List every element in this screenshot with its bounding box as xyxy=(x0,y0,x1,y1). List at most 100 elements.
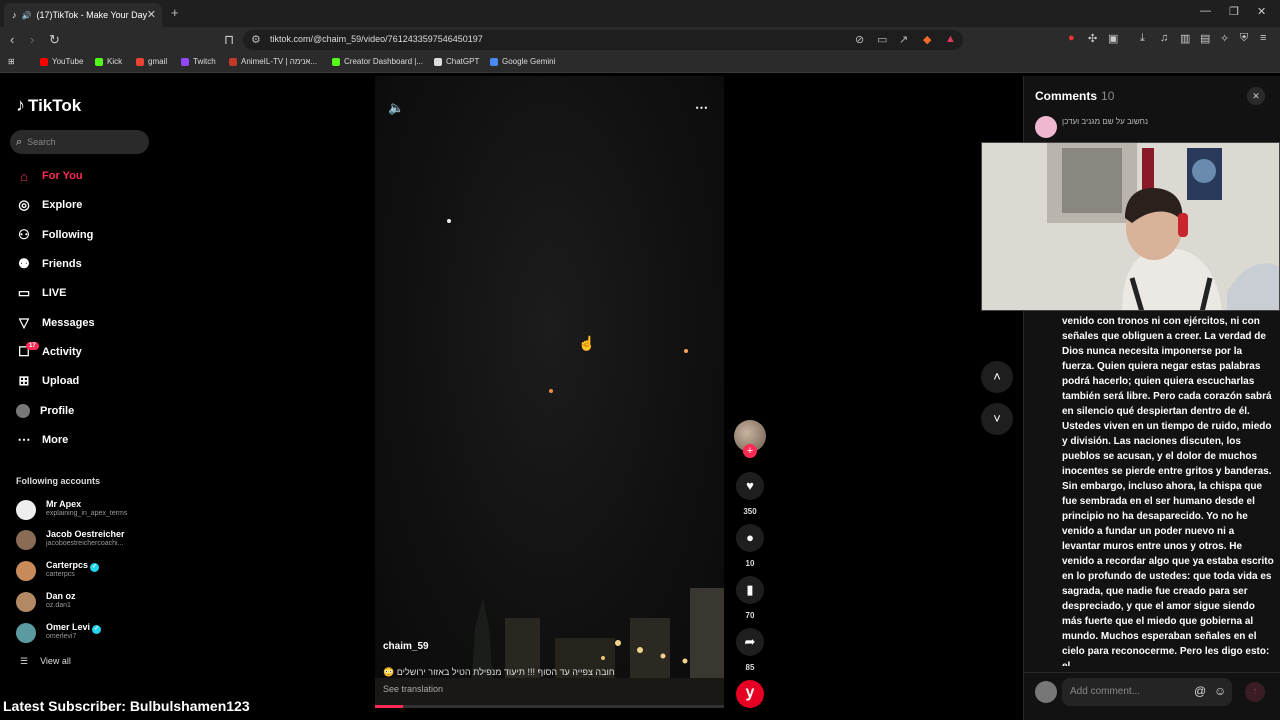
bookmark-gmail[interactable]: gmail xyxy=(136,57,167,66)
restore-icon[interactable]: ❐ xyxy=(1229,5,1239,18)
url-box[interactable]: ⚙ tiktok.com/@chaim_59/video/76124335975… xyxy=(243,30,963,50)
apps-icon[interactable]: ⊞ xyxy=(8,57,15,66)
wallet2-icon[interactable]: ▤ xyxy=(1200,32,1210,45)
site-info-icon[interactable]: ⚙ xyxy=(251,33,261,46)
save-button[interactable]: ▮ xyxy=(736,576,764,604)
music-icon[interactable]: ♫ xyxy=(1160,32,1168,44)
video-progress-bar[interactable] xyxy=(375,705,724,708)
nav-profile[interactable]: Profile xyxy=(16,400,156,422)
more-icon: ⋯ xyxy=(17,432,31,447)
activity-badge: 17 xyxy=(26,342,39,350)
back-icon[interactable]: ‹ xyxy=(10,32,14,47)
account-item[interactable]: Omer Levi ✓ omerlevi7 xyxy=(16,621,166,645)
bookmark-youtube[interactable]: YouTube xyxy=(40,57,83,66)
previous-video-button[interactable]: ˄ xyxy=(981,361,1013,393)
search-icon: ⌕ xyxy=(16,135,23,148)
wallet-icon[interactable]: ▣ xyxy=(1108,32,1118,45)
view-all-button[interactable]: ☰ View all xyxy=(20,656,71,667)
more-options-icon[interactable]: ⋯ xyxy=(695,100,708,116)
send-button[interactable]: ↑ xyxy=(1245,682,1265,702)
emoji-icon[interactable]: ☺ xyxy=(1214,684,1226,698)
like-button[interactable]: ♥ xyxy=(736,472,764,500)
nav-explore[interactable]: ◎ Explore xyxy=(16,194,156,216)
video-progress-fill xyxy=(375,705,403,708)
y-button[interactable]: y xyxy=(736,680,764,708)
avatar xyxy=(16,530,36,550)
next-video-button[interactable]: ˅ xyxy=(981,403,1013,435)
nav-following[interactable]: ⚇ Following xyxy=(16,224,156,246)
messages-icon: ▽ xyxy=(19,315,29,330)
nav-for-you[interactable]: ⌂ For You xyxy=(16,165,156,187)
nav-friends[interactable]: ⚉ Friends xyxy=(16,253,156,275)
brave-shield-icon[interactable]: ◆ xyxy=(923,33,931,46)
mention-icon[interactable]: @ xyxy=(1194,684,1206,698)
volume-icon[interactable]: 🔈 xyxy=(388,100,404,116)
twitch-icon xyxy=(181,57,189,66)
see-translation-link[interactable]: See translation xyxy=(383,684,443,694)
close-window-icon[interactable]: ✕ xyxy=(1257,5,1266,18)
comment-icon: ● xyxy=(746,530,754,545)
share-button[interactable]: ➦ xyxy=(736,628,764,656)
new-tab-button[interactable]: + xyxy=(171,5,179,20)
close-icon[interactable]: ✕ xyxy=(1247,87,1265,105)
download-icon[interactable]: ⤓ xyxy=(1140,32,1145,45)
avatar[interactable] xyxy=(1035,116,1057,138)
minimize-icon[interactable]: — xyxy=(1200,5,1211,17)
bookmark-animeil[interactable]: AnimeIL-TV | אנימה... xyxy=(229,57,317,66)
avatar xyxy=(1035,681,1057,703)
video-caption: חובה צפייה עד הסוף !!! תיעוד מנפילת הטיל… xyxy=(383,667,615,677)
search-input[interactable]: ⌕ Search xyxy=(10,130,149,154)
comment-button[interactable]: ● xyxy=(736,524,764,552)
reload-icon[interactable]: ↻ xyxy=(49,32,60,48)
nav-upload[interactable]: ⊞ Upload xyxy=(16,370,156,392)
gmail-icon xyxy=(136,57,144,66)
following-accounts-title: Following accounts xyxy=(16,476,101,486)
nav-messages[interactable]: ▽ Messages xyxy=(16,312,156,334)
vpn-icon[interactable]: ⛨ xyxy=(1240,32,1248,45)
list-icon: ☰ xyxy=(20,656,29,666)
video-player[interactable]: 🔈 ⋯ chaim_59 חובה צפייה עד הסוף !!! תיעו… xyxy=(375,76,724,708)
bookmark-chatgpt[interactable]: ChatGPT xyxy=(434,57,479,66)
cast-icon[interactable]: ▭ xyxy=(877,33,887,46)
account-item[interactable]: Mr Apex explaining_in_apex_terms xyxy=(16,498,166,522)
brave-rewards-icon[interactable]: ▲ xyxy=(945,33,956,45)
sidebar-icon[interactable]: ▥ xyxy=(1180,32,1190,45)
leo-icon[interactable]: ✧ xyxy=(1220,32,1229,45)
verified-icon: ✓ xyxy=(92,625,102,634)
extensions-icon[interactable]: ✣ xyxy=(1088,32,1097,45)
follow-plus-icon[interactable]: + xyxy=(743,444,757,458)
home-icon: ⌂ xyxy=(20,168,28,184)
browser-tab[interactable]: ♪ 🔊 (17)TikTok - Make Your Day ✕ xyxy=(4,3,162,27)
avatar xyxy=(16,592,36,612)
nav-more[interactable]: ⋯ More xyxy=(16,429,156,451)
kick-icon xyxy=(95,57,103,66)
close-tab-icon[interactable]: ✕ xyxy=(147,8,156,21)
profile-avatar-icon xyxy=(16,404,30,418)
extension-red-icon[interactable]: ● xyxy=(1068,32,1075,44)
bookmark-gemini[interactable]: Google Gemini xyxy=(490,57,555,66)
bookmark-kick[interactable]: Kick xyxy=(95,57,122,66)
comment-input[interactable]: Add comment... xyxy=(1062,678,1232,706)
tab-title: (17)TikTok - Make Your Day xyxy=(36,10,148,20)
forward-icon[interactable]: › xyxy=(30,32,34,47)
comments-title: Comments 10 xyxy=(1035,89,1115,103)
account-item[interactable]: Dan oz oz.dan1 xyxy=(16,590,166,614)
share-icon[interactable]: ↗ xyxy=(899,33,908,46)
url-text[interactable]: tiktok.com/@chaim_59/video/7612433597546… xyxy=(270,34,483,44)
nav-activity[interactable]: ☐ 17 Activity xyxy=(16,341,156,363)
sky-light xyxy=(549,389,553,393)
comment-author[interactable]: נחשוב על שם מגניב ועדכן xyxy=(1062,117,1148,126)
tiktok-favicon-icon: ♪ xyxy=(12,10,17,20)
nav-live[interactable]: ▭ LIVE xyxy=(16,282,156,304)
account-item[interactable]: Jacob Oestreicher jacoboestreichercoachi.… xyxy=(16,528,166,552)
video-author[interactable]: chaim_59 xyxy=(383,641,429,652)
tiktok-logo[interactable]: ♪ TikTok xyxy=(16,95,81,116)
gemini-icon xyxy=(490,57,498,66)
media-off-icon[interactable]: ⊘ xyxy=(855,33,864,46)
menu-icon[interactable]: ≡ xyxy=(1260,32,1266,44)
bookmark-creator-dashboard[interactable]: Creator Dashboard |... xyxy=(332,57,423,66)
bookmark-twitch[interactable]: Twitch xyxy=(181,57,216,66)
bookmark-icon[interactable]: ⊓ xyxy=(224,32,234,48)
account-item[interactable]: Carterpcs ✓ carterpcs xyxy=(16,559,166,583)
avatar xyxy=(16,500,36,520)
